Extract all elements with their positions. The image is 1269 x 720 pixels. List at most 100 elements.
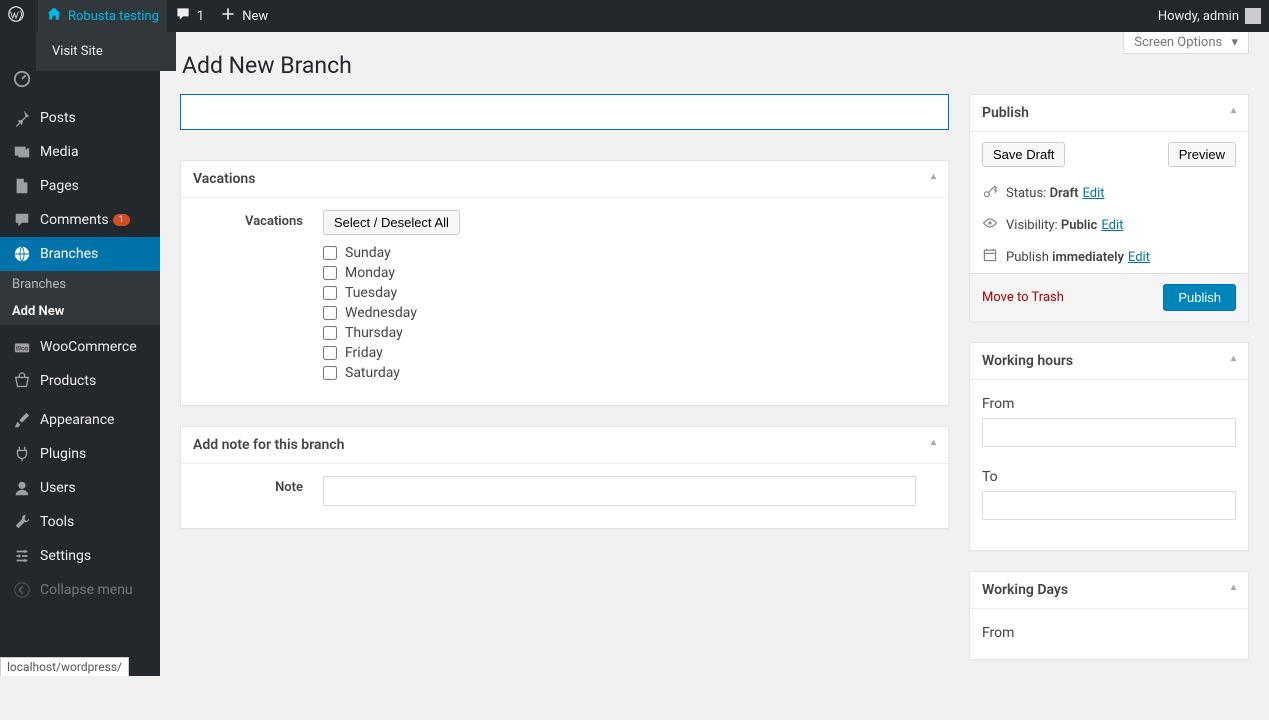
page-title: Add New Branch <box>182 52 1249 79</box>
vacation-day-sunday[interactable]: Sunday <box>323 243 936 263</box>
preview-button[interactable]: Preview <box>1168 142 1236 167</box>
sidebar-media[interactable]: Media <box>0 135 160 169</box>
from-input[interactable] <box>982 418 1236 447</box>
new-content-menu[interactable]: New <box>212 0 276 32</box>
branches-submenu: Branches Add New <box>0 271 160 325</box>
note-box-title[interactable]: Add note for this branch <box>181 427 948 464</box>
vacation-checkbox-sunday[interactable] <box>323 246 337 260</box>
globe-icon <box>12 245 32 263</box>
to-label: To <box>982 469 1236 485</box>
publish-box-title[interactable]: Publish <box>970 95 1248 132</box>
working-days-title[interactable]: Working Days <box>970 572 1248 609</box>
sidebar-settings[interactable]: Settings <box>0 539 160 573</box>
key-icon <box>982 183 1000 203</box>
account-menu[interactable]: Howdy, admin <box>1150 0 1269 32</box>
visit-site-link[interactable]: Visit Site <box>52 40 160 63</box>
vacation-day-friday[interactable]: Friday <box>323 343 936 363</box>
day-label: Friday <box>345 345 383 361</box>
edit-visibility-link[interactable]: Edit <box>1101 218 1123 233</box>
screen-options-toggle[interactable]: Screen Options ▾ <box>1123 32 1249 54</box>
status-row: Status: Draft Edit <box>970 177 1248 209</box>
collapse-menu[interactable]: Collapse menu <box>0 573 160 607</box>
vacation-day-wednesday[interactable]: Wednesday <box>323 303 936 323</box>
vacation-checkbox-saturday[interactable] <box>323 366 337 380</box>
user-icon <box>12 479 32 497</box>
comment-icon <box>12 211 32 229</box>
sidebar-woocommerce[interactable]: Woo WooCommerce <box>0 330 160 364</box>
vacation-day-tuesday[interactable]: Tuesday <box>323 283 936 303</box>
vacation-day-thursday[interactable]: Thursday <box>323 323 936 343</box>
day-label: Tuesday <box>345 285 397 301</box>
comments-badge: 1 <box>113 214 130 226</box>
site-name: Robusta testing <box>68 9 159 24</box>
day-label: Sunday <box>345 245 391 261</box>
save-draft-button[interactable]: Save Draft <box>982 142 1065 167</box>
sidebar-plugins[interactable]: Plugins <box>0 437 160 471</box>
wrench-icon <box>12 513 32 531</box>
admin-bar: Robusta testing 1 New Howdy, admin <box>0 0 1269 32</box>
sidebar-appearance[interactable]: Appearance <box>0 403 160 437</box>
vacations-box-title[interactable]: Vacations <box>181 161 948 198</box>
sidebar-comments[interactable]: Comments 1 <box>0 203 160 237</box>
vacations-box: Vacations Vacations Select / Deselect Al… <box>180 160 949 406</box>
chevron-down-icon: ▾ <box>1231 35 1238 50</box>
from-label: From <box>982 396 1236 412</box>
home-icon <box>46 6 62 26</box>
comments-count: 1 <box>197 9 204 24</box>
new-label: New <box>242 9 268 24</box>
working-hours-title[interactable]: Working hours <box>970 343 1248 380</box>
to-input[interactable] <box>982 491 1236 520</box>
day-label: Thursday <box>345 325 403 341</box>
comment-icon <box>175 6 191 26</box>
vacation-checkbox-friday[interactable] <box>323 346 337 360</box>
working-days-from-label: From <box>982 625 1236 641</box>
sidebar-tools[interactable]: Tools <box>0 505 160 539</box>
wordpress-menu[interactable] <box>0 0 38 32</box>
vacation-checkbox-tuesday[interactable] <box>323 286 337 300</box>
plus-icon <box>220 6 236 26</box>
note-label: Note <box>193 476 323 506</box>
comments-menu[interactable]: 1 <box>167 0 212 32</box>
calendar-icon <box>982 247 1000 267</box>
page-icon <box>12 177 32 195</box>
vacation-checkbox-monday[interactable] <box>323 266 337 280</box>
schedule-row: Publish immediately Edit <box>970 241 1248 273</box>
working-hours-box: Working hours From To <box>969 342 1249 551</box>
admin-menu: Posts Media Pages Comments 1 Branches Br… <box>0 32 160 676</box>
site-submenu: Visit Site <box>36 32 176 71</box>
submenu-branches[interactable]: Branches <box>0 271 160 298</box>
submenu-add-new[interactable]: Add New <box>0 298 160 325</box>
select-deselect-all-button[interactable]: Select / Deselect All <box>323 210 460 235</box>
move-to-trash-link[interactable]: Move to Trash <box>982 290 1064 305</box>
svg-text:Woo: Woo <box>16 345 29 353</box>
day-label: Monday <box>345 265 395 281</box>
sidebar-users[interactable]: Users <box>0 471 160 505</box>
day-label: Wednesday <box>345 305 417 321</box>
publish-button[interactable]: Publish <box>1163 284 1236 311</box>
woocommerce-icon: Woo <box>12 338 32 356</box>
publish-box: Publish Save Draft Preview Status: Draft… <box>969 94 1249 322</box>
day-label: Saturday <box>345 365 400 381</box>
dashboard-icon <box>12 70 32 88</box>
sidebar-products[interactable]: Products <box>0 364 160 398</box>
plug-icon <box>12 445 32 463</box>
edit-status-link[interactable]: Edit <box>1082 186 1104 201</box>
vacations-label: Vacations <box>193 210 323 383</box>
vacation-day-saturday[interactable]: Saturday <box>323 363 936 383</box>
eye-icon <box>982 215 1000 235</box>
vacation-checkbox-wednesday[interactable] <box>323 306 337 320</box>
brush-icon <box>12 411 32 429</box>
sidebar-posts[interactable]: Posts <box>0 101 160 135</box>
status-bar: localhost/wordpress/ <box>0 657 129 676</box>
note-box: Add note for this branch Note <box>180 426 949 529</box>
edit-schedule-link[interactable]: Edit <box>1128 250 1150 265</box>
title-input[interactable] <box>180 94 949 130</box>
working-days-box: Working Days From <box>969 571 1249 660</box>
sidebar-pages[interactable]: Pages <box>0 169 160 203</box>
site-name-menu[interactable]: Robusta testing <box>38 0 167 32</box>
avatar <box>1245 8 1261 24</box>
vacation-checkbox-thursday[interactable] <box>323 326 337 340</box>
note-input[interactable] <box>323 476 916 506</box>
vacation-day-monday[interactable]: Monday <box>323 263 936 283</box>
sidebar-branches[interactable]: Branches <box>0 237 160 271</box>
